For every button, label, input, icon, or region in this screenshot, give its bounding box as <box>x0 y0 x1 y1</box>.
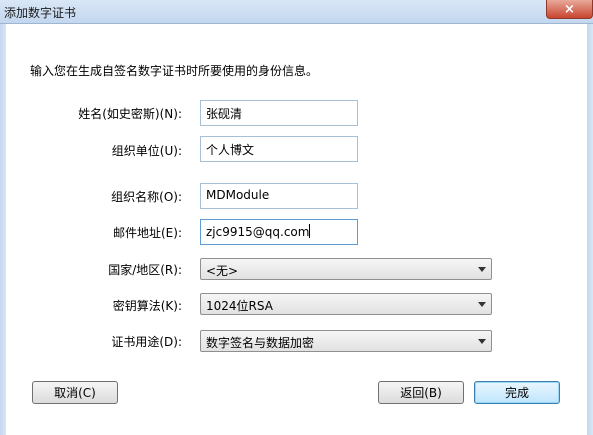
country-label: 国家/地区(R): <box>108 263 182 277</box>
algorithm-select-value: 1024位RSA <box>206 299 273 313</box>
instruction-text: 输入您在生成自签名数字证书时所要使用的身份信息。 <box>30 64 319 78</box>
window-frame-right <box>587 24 593 435</box>
window-title: 添加数字证书 <box>4 6 77 20</box>
name-input[interactable]: 张砚清 <box>200 100 358 126</box>
country-select[interactable]: <无> <box>200 258 492 280</box>
algorithm-label: 密钥算法(K): <box>112 299 182 313</box>
email-input-value: zjc9915@qq.com <box>206 225 310 239</box>
title-bar: 添加数字证书 × <box>0 0 593 24</box>
name-input-value: 张砚清 <box>206 107 243 121</box>
back-button[interactable]: 返回(B) <box>378 381 464 404</box>
usage-label: 证书用途(D): <box>111 335 182 349</box>
chevron-down-icon <box>478 267 486 272</box>
org-name-input-value: MDModule <box>206 188 270 202</box>
dialog-body: 输入您在生成自签名数字证书时所要使用的身份信息。 姓名(如史密斯)(N): 张砚… <box>6 24 587 435</box>
usage-select[interactable]: 数字签名与数据加密 <box>200 330 492 352</box>
usage-select-value: 数字签名与数据加密 <box>206 336 315 350</box>
chevron-down-icon <box>478 302 486 307</box>
cancel-button[interactable]: 取消(C) <box>32 381 118 404</box>
chevron-down-icon <box>478 339 486 344</box>
org-name-label: 组织名称(O): <box>111 190 182 204</box>
close-icon: × <box>564 1 575 17</box>
email-input[interactable]: zjc9915@qq.com <box>200 219 358 245</box>
org-unit-label: 组织单位(U): <box>111 144 182 158</box>
org-name-input[interactable]: MDModule <box>200 183 358 209</box>
email-label: 邮件地址(E): <box>113 226 182 240</box>
algorithm-select[interactable]: 1024位RSA <box>200 293 492 315</box>
name-label: 姓名(如史密斯)(N): <box>78 107 182 121</box>
org-unit-input[interactable]: 个人博文 <box>200 136 358 162</box>
close-button[interactable]: × <box>546 0 593 19</box>
text-caret <box>309 224 311 238</box>
country-select-value: <无> <box>206 264 239 278</box>
org-unit-input-value: 个人博文 <box>206 143 255 157</box>
finish-button[interactable]: 完成 <box>474 381 560 404</box>
